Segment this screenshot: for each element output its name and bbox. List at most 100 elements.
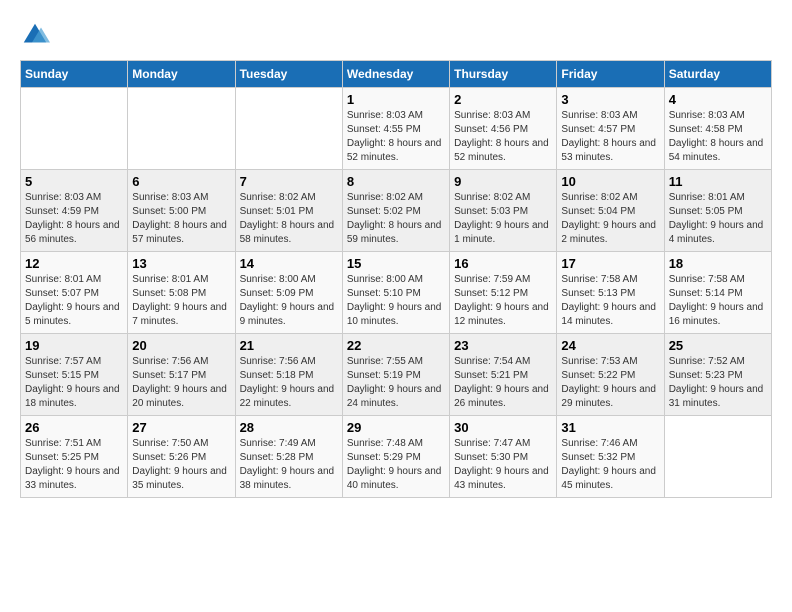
calendar-cell: 26Sunrise: 7:51 AM Sunset: 5:25 PM Dayli… [21,416,128,498]
day-info: Sunrise: 7:55 AM Sunset: 5:19 PM Dayligh… [347,355,445,411]
day-number: 22 [347,338,445,353]
day-number: 27 [132,420,230,435]
header-cell-saturday: Saturday [664,61,771,88]
day-number: 20 [132,338,230,353]
header-cell-thursday: Thursday [450,61,557,88]
day-number: 10 [561,174,659,189]
calendar-cell [664,416,771,498]
day-number: 25 [669,338,767,353]
calendar-cell: 4 Sunrise: 8:03 AM Sunset: 4:58 PM Daylig… [664,88,771,170]
calendar-cell: 18 Sunrise: 7:58 AM Sunset: 5:14 PM Dayli… [664,252,771,334]
day-info: Sunrise: 7:51 AM Sunset: 5:25 PM Dayligh… [25,437,123,493]
calendar-cell [21,88,128,170]
day-number: 15 [347,256,445,271]
calendar-cell: 25 Sunrise: 7:52 AM Sunset: 5:23 PM Dayli… [664,334,771,416]
day-info: Sunrise: 7:50 AM Sunset: 5:26 PM Dayligh… [132,437,230,493]
day-info: Sunrise: 8:03 AM Sunset: 4:58 PM Dayligh… [669,109,767,165]
calendar-cell: 29 Sunrise: 7:48 AM Sunset: 5:29 PM Dayli… [342,416,449,498]
day-number: 7 [240,174,338,189]
calendar-cell: 14 Sunrise: 8:00 AM Sunset: 5:09 PM Dayli… [235,252,342,334]
calendar-cell: 7 Sunrise: 8:02 AM Sunset: 5:01 PM Daylig… [235,170,342,252]
day-info: Sunrise: 8:03 AM Sunset: 4:57 PM Dayligh… [561,109,659,165]
header-cell-tuesday: Tuesday [235,61,342,88]
calendar-cell: 6Sunrise: 8:03 AM Sunset: 5:00 PM Daylig… [128,170,235,252]
day-number: 6 [132,174,230,189]
week-row-1: 1 Sunrise: 8:03 AM Sunset: 4:55 PM Daylig… [21,88,772,170]
day-number: 1 [347,92,445,107]
day-number: 9 [454,174,552,189]
day-info: Sunrise: 7:58 AM Sunset: 5:13 PM Dayligh… [561,273,659,329]
header-cell-sunday: Sunday [21,61,128,88]
calendar-cell: 30 Sunrise: 7:47 AM Sunset: 5:30 PM Dayli… [450,416,557,498]
calendar-cell: 19 Sunrise: 7:57 AM Sunset: 5:15 PM Dayli… [21,334,128,416]
day-number: 29 [347,420,445,435]
day-info: Sunrise: 8:02 AM Sunset: 5:04 PM Dayligh… [561,191,659,247]
day-number: 28 [240,420,338,435]
day-info: Sunrise: 7:57 AM Sunset: 5:15 PM Dayligh… [25,355,123,411]
calendar-table: SundayMondayTuesdayWednesdayThursdayFrid… [20,60,772,498]
day-number: 2 [454,92,552,107]
day-info: Sunrise: 8:00 AM Sunset: 5:09 PM Dayligh… [240,273,338,329]
day-number: 19 [25,338,123,353]
day-number: 5 [25,174,123,189]
calendar-cell: 1 Sunrise: 8:03 AM Sunset: 4:55 PM Daylig… [342,88,449,170]
day-number: 14 [240,256,338,271]
day-info: Sunrise: 8:01 AM Sunset: 5:08 PM Dayligh… [132,273,230,329]
calendar-cell: 21Sunrise: 7:56 AM Sunset: 5:18 PM Dayli… [235,334,342,416]
calendar-cell: 22 Sunrise: 7:55 AM Sunset: 5:19 PM Dayli… [342,334,449,416]
calendar-cell: 9 Sunrise: 8:02 AM Sunset: 5:03 PM Daylig… [450,170,557,252]
day-number: 30 [454,420,552,435]
day-number: 8 [347,174,445,189]
week-row-2: 5Sunrise: 8:03 AM Sunset: 4:59 PM Daylig… [21,170,772,252]
header-cell-wednesday: Wednesday [342,61,449,88]
calendar-cell: 24 Sunrise: 7:53 AM Sunset: 5:22 PM Dayli… [557,334,664,416]
day-info: Sunrise: 8:03 AM Sunset: 4:56 PM Dayligh… [454,109,552,165]
day-info: Sunrise: 7:47 AM Sunset: 5:30 PM Dayligh… [454,437,552,493]
day-info: Sunrise: 7:54 AM Sunset: 5:21 PM Dayligh… [454,355,552,411]
calendar-cell: 2 Sunrise: 8:03 AM Sunset: 4:56 PM Daylig… [450,88,557,170]
day-number: 17 [561,256,659,271]
day-number: 11 [669,174,767,189]
day-info: Sunrise: 8:02 AM Sunset: 5:03 PM Dayligh… [454,191,552,247]
day-info: Sunrise: 7:46 AM Sunset: 5:32 PM Dayligh… [561,437,659,493]
day-number: 24 [561,338,659,353]
calendar-cell: 12 Sunrise: 8:01 AM Sunset: 5:07 PM Dayli… [21,252,128,334]
calendar-cell: 16 Sunrise: 7:59 AM Sunset: 5:12 PM Dayli… [450,252,557,334]
day-number: 12 [25,256,123,271]
day-info: Sunrise: 8:02 AM Sunset: 5:01 PM Dayligh… [240,191,338,247]
day-info: Sunrise: 7:59 AM Sunset: 5:12 PM Dayligh… [454,273,552,329]
day-info: Sunrise: 7:53 AM Sunset: 5:22 PM Dayligh… [561,355,659,411]
day-number: 18 [669,256,767,271]
calendar-cell: 15Sunrise: 8:00 AM Sunset: 5:10 PM Dayli… [342,252,449,334]
calendar-cell: 20Sunrise: 7:56 AM Sunset: 5:17 PM Dayli… [128,334,235,416]
day-number: 3 [561,92,659,107]
calendar-cell [235,88,342,170]
header-row: SundayMondayTuesdayWednesdayThursdayFrid… [21,61,772,88]
day-info: Sunrise: 8:01 AM Sunset: 5:05 PM Dayligh… [669,191,767,247]
calendar-cell: 5Sunrise: 8:03 AM Sunset: 4:59 PM Daylig… [21,170,128,252]
day-info: Sunrise: 7:48 AM Sunset: 5:29 PM Dayligh… [347,437,445,493]
week-row-3: 12 Sunrise: 8:01 AM Sunset: 5:07 PM Dayli… [21,252,772,334]
header-cell-monday: Monday [128,61,235,88]
logo-icon [20,20,50,50]
day-info: Sunrise: 8:01 AM Sunset: 5:07 PM Dayligh… [25,273,123,329]
calendar-cell: 13Sunrise: 8:01 AM Sunset: 5:08 PM Dayli… [128,252,235,334]
day-number: 16 [454,256,552,271]
calendar-cell: 31 Sunrise: 7:46 AM Sunset: 5:32 PM Dayli… [557,416,664,498]
calendar-cell: 23Sunrise: 7:54 AM Sunset: 5:21 PM Dayli… [450,334,557,416]
day-info: Sunrise: 7:49 AM Sunset: 5:28 PM Dayligh… [240,437,338,493]
calendar-cell: 17 Sunrise: 7:58 AM Sunset: 5:13 PM Dayli… [557,252,664,334]
day-info: Sunrise: 7:52 AM Sunset: 5:23 PM Dayligh… [669,355,767,411]
day-number: 4 [669,92,767,107]
day-info: Sunrise: 8:03 AM Sunset: 4:55 PM Dayligh… [347,109,445,165]
day-info: Sunrise: 7:58 AM Sunset: 5:14 PM Dayligh… [669,273,767,329]
logo [20,20,52,50]
calendar-cell: 10 Sunrise: 8:02 AM Sunset: 5:04 PM Dayli… [557,170,664,252]
calendar-cell: 8 Sunrise: 8:02 AM Sunset: 5:02 PM Daylig… [342,170,449,252]
calendar-cell: 27 Sunrise: 7:50 AM Sunset: 5:26 PM Dayli… [128,416,235,498]
day-number: 31 [561,420,659,435]
day-info: Sunrise: 8:02 AM Sunset: 5:02 PM Dayligh… [347,191,445,247]
calendar-cell [128,88,235,170]
page-header [20,20,772,50]
calendar-cell: 28 Sunrise: 7:49 AM Sunset: 5:28 PM Dayli… [235,416,342,498]
